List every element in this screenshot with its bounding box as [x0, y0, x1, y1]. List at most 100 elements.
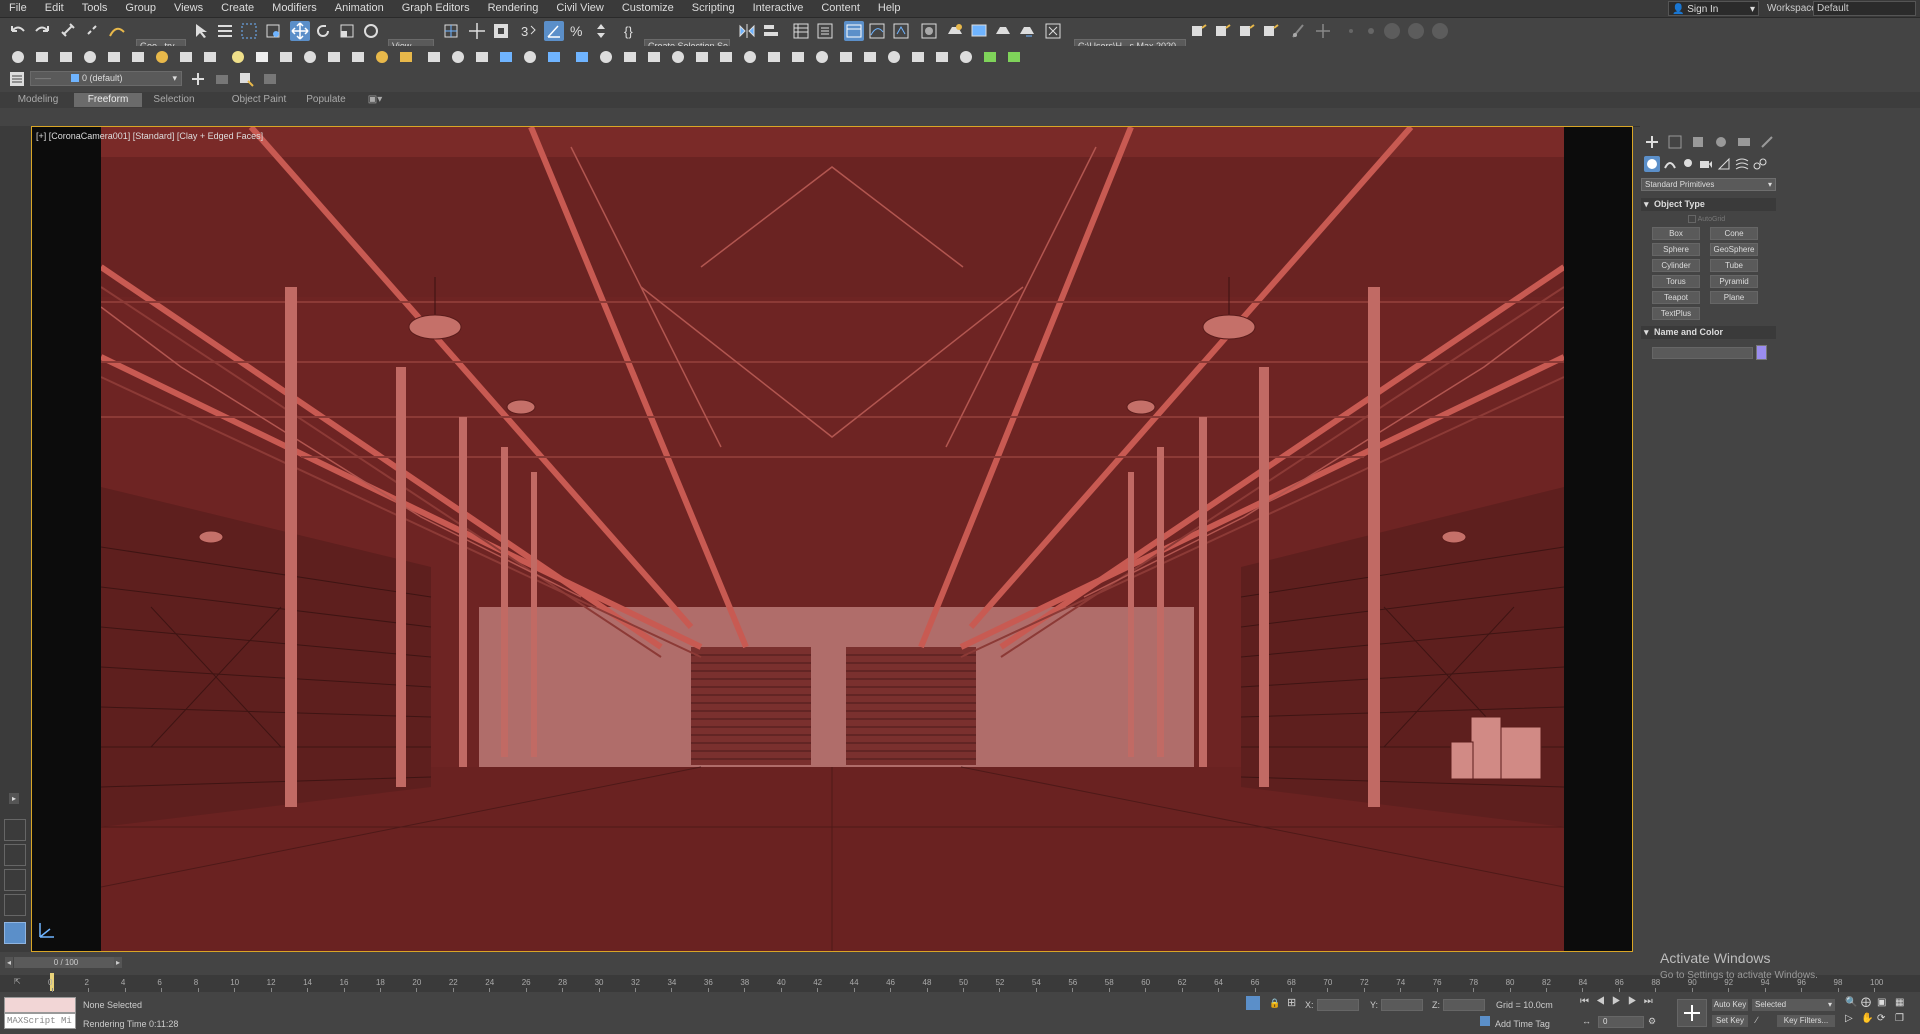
create-box-button[interactable]: Box — [1652, 227, 1700, 240]
menu-scripting[interactable]: Scripting — [683, 0, 744, 17]
object-color-swatch[interactable] — [1756, 345, 1767, 360]
lasso-icon[interactable] — [34, 49, 50, 65]
render-production-icon[interactable] — [994, 22, 1012, 40]
material-editor-icon[interactable] — [920, 22, 938, 40]
tool-icon-11[interactable] — [790, 49, 806, 65]
hierarchy-tab-icon[interactable] — [1690, 134, 1706, 150]
tool-icon-8[interactable] — [718, 49, 734, 65]
select-region-icon[interactable] — [10, 49, 26, 65]
maxscript-listener-top[interactable] — [4, 997, 76, 1013]
ribbon-toggle-icon-3[interactable] — [1238, 22, 1256, 40]
object-type-rollout[interactable]: Object Type — [1641, 198, 1776, 211]
scale-icon[interactable] — [338, 22, 356, 40]
ribbon-tab-object-paint[interactable]: Object Paint — [222, 93, 296, 107]
set-key-big-button[interactable] — [1677, 999, 1707, 1027]
plane-icon[interactable] — [374, 49, 390, 65]
layout-tab-3[interactable] — [4, 869, 26, 891]
pan-icon[interactable]: ✋ — [1861, 1013, 1873, 1024]
rect-selection-icon[interactable] — [240, 22, 258, 40]
menu-content[interactable]: Content — [812, 0, 869, 17]
tool-icon-16[interactable] — [910, 49, 926, 65]
maximize-viewport-icon[interactable]: ❐ — [1895, 1013, 1904, 1024]
crosshair-icon[interactable] — [1314, 22, 1332, 40]
layout-tab-active[interactable] — [4, 922, 26, 944]
angle-snap-button[interactable] — [544, 21, 564, 41]
ribbon-tab-freeform[interactable]: Freeform — [74, 93, 142, 107]
set-key-button[interactable]: Set Key — [1712, 1015, 1748, 1027]
create-cone-button[interactable]: Cone — [1710, 227, 1758, 240]
timeline-toggle-icon[interactable]: ⇱ — [14, 977, 26, 989]
ribbon-options-icon[interactable]: ▣▾ — [365, 93, 385, 107]
layout-tab-2[interactable] — [4, 844, 26, 866]
select-in-layer-icon[interactable] — [238, 71, 254, 87]
geometry-category-button[interactable] — [1644, 156, 1660, 172]
sign-in-dropdown[interactable]: 👤 Sign In ▾ — [1668, 1, 1759, 16]
absolute-mode-icon[interactable]: ⊞ — [1287, 996, 1296, 1009]
select-object-icon[interactable] — [192, 22, 210, 40]
menu-rendering[interactable]: Rendering — [479, 0, 548, 17]
tool-icon-14[interactable] — [862, 49, 878, 65]
create-sphere-button[interactable]: Sphere — [1652, 243, 1700, 256]
isolate-icon[interactable] — [82, 49, 98, 65]
placement-icon[interactable] — [362, 22, 380, 40]
tool-icon-6[interactable] — [670, 49, 686, 65]
hide-icon[interactable] — [178, 49, 194, 65]
tool-icon-3[interactable] — [598, 49, 614, 65]
ribbon-tab-populate[interactable]: Populate — [300, 93, 352, 107]
utilities-tab-icon[interactable] — [1759, 134, 1775, 150]
field-of-view-icon[interactable]: ▷ — [1845, 1013, 1853, 1024]
lock-icon[interactable]: 🔒 — [1269, 998, 1280, 1009]
time-slider[interactable]: 0 / 100 — [14, 957, 118, 968]
menu-modifiers[interactable]: Modifiers — [263, 0, 326, 17]
layout-tab-1[interactable] — [4, 819, 26, 841]
cone-icon[interactable] — [326, 49, 342, 65]
keyboard-shortcut-icon[interactable] — [492, 22, 510, 40]
layer-settings-icon[interactable] — [262, 71, 278, 87]
bind-spacewarp-icon[interactable] — [108, 22, 126, 40]
tool-icon-12[interactable] — [814, 49, 830, 65]
redo-icon[interactable] — [32, 22, 52, 40]
spacewarps-icon[interactable] — [1734, 156, 1750, 172]
curve-editor-icon[interactable] — [868, 22, 886, 40]
chevron-double-down-icon-2[interactable] — [1006, 49, 1022, 65]
lights-icon[interactable] — [1680, 156, 1696, 172]
viewport-label[interactable]: [+] [CoronaCamera001] [Standard] [Clay +… — [36, 131, 263, 141]
helpers-icon[interactable] — [1716, 156, 1732, 172]
orbit-icon[interactable]: ⟳ — [1877, 1013, 1885, 1024]
layer-explorer-icon[interactable] — [816, 22, 834, 40]
expand-layouts-button[interactable]: ▸ — [9, 793, 19, 804]
tool-icon-17[interactable] — [934, 49, 950, 65]
menu-customize[interactable]: Customize — [613, 0, 683, 17]
zoom-icon[interactable]: 🔍 — [1845, 997, 1857, 1008]
spinner-snap-icon[interactable] — [592, 22, 610, 40]
sphere-icon[interactable] — [254, 49, 270, 65]
zoom-extents-icon[interactable]: ▣ — [1877, 997, 1886, 1008]
modify-tab-icon[interactable] — [1667, 134, 1683, 150]
render-icon[interactable] — [522, 49, 538, 65]
layer-dropdown[interactable]: —— 0 (default) ▾ — [30, 71, 182, 86]
create-plane-button[interactable]: Plane — [1710, 291, 1758, 304]
layout-tab-4[interactable] — [4, 894, 26, 916]
clone-icon[interactable] — [130, 49, 146, 65]
torus-icon[interactable] — [302, 49, 318, 65]
render-iterative-icon[interactable] — [1018, 22, 1036, 40]
zoom-extents-all-icon[interactable]: ▦ — [1895, 997, 1904, 1008]
next-key-icon[interactable]: ▶ — [1628, 996, 1644, 1007]
add-to-layer-icon[interactable] — [214, 71, 230, 87]
next-frame-arrow[interactable]: ▸ — [114, 957, 122, 968]
target-light-icon[interactable] — [426, 49, 442, 65]
pivot-icon[interactable] — [442, 22, 460, 40]
select-manipulate-icon[interactable] — [468, 22, 486, 40]
add-time-tag-button[interactable]: Add Time Tag — [1495, 1019, 1550, 1029]
menu-create[interactable]: Create — [212, 0, 263, 17]
zoom-all-icon[interactable]: ⨁ — [1861, 997, 1871, 1008]
auto-key-button[interactable]: Auto Key — [1712, 999, 1748, 1011]
edit-named-selection-icon[interactable]: {} — [622, 22, 640, 40]
play-icon[interactable]: ▶ — [1612, 996, 1628, 1007]
menu-edit[interactable]: Edit — [36, 0, 73, 17]
link-icon[interactable] — [60, 22, 78, 40]
scene-explorer-icon[interactable] — [792, 22, 810, 40]
ribbon-tab-modeling[interactable]: Modeling — [8, 93, 68, 107]
paint-icon[interactable] — [1290, 22, 1308, 40]
snapshot-icon[interactable] — [106, 49, 122, 65]
